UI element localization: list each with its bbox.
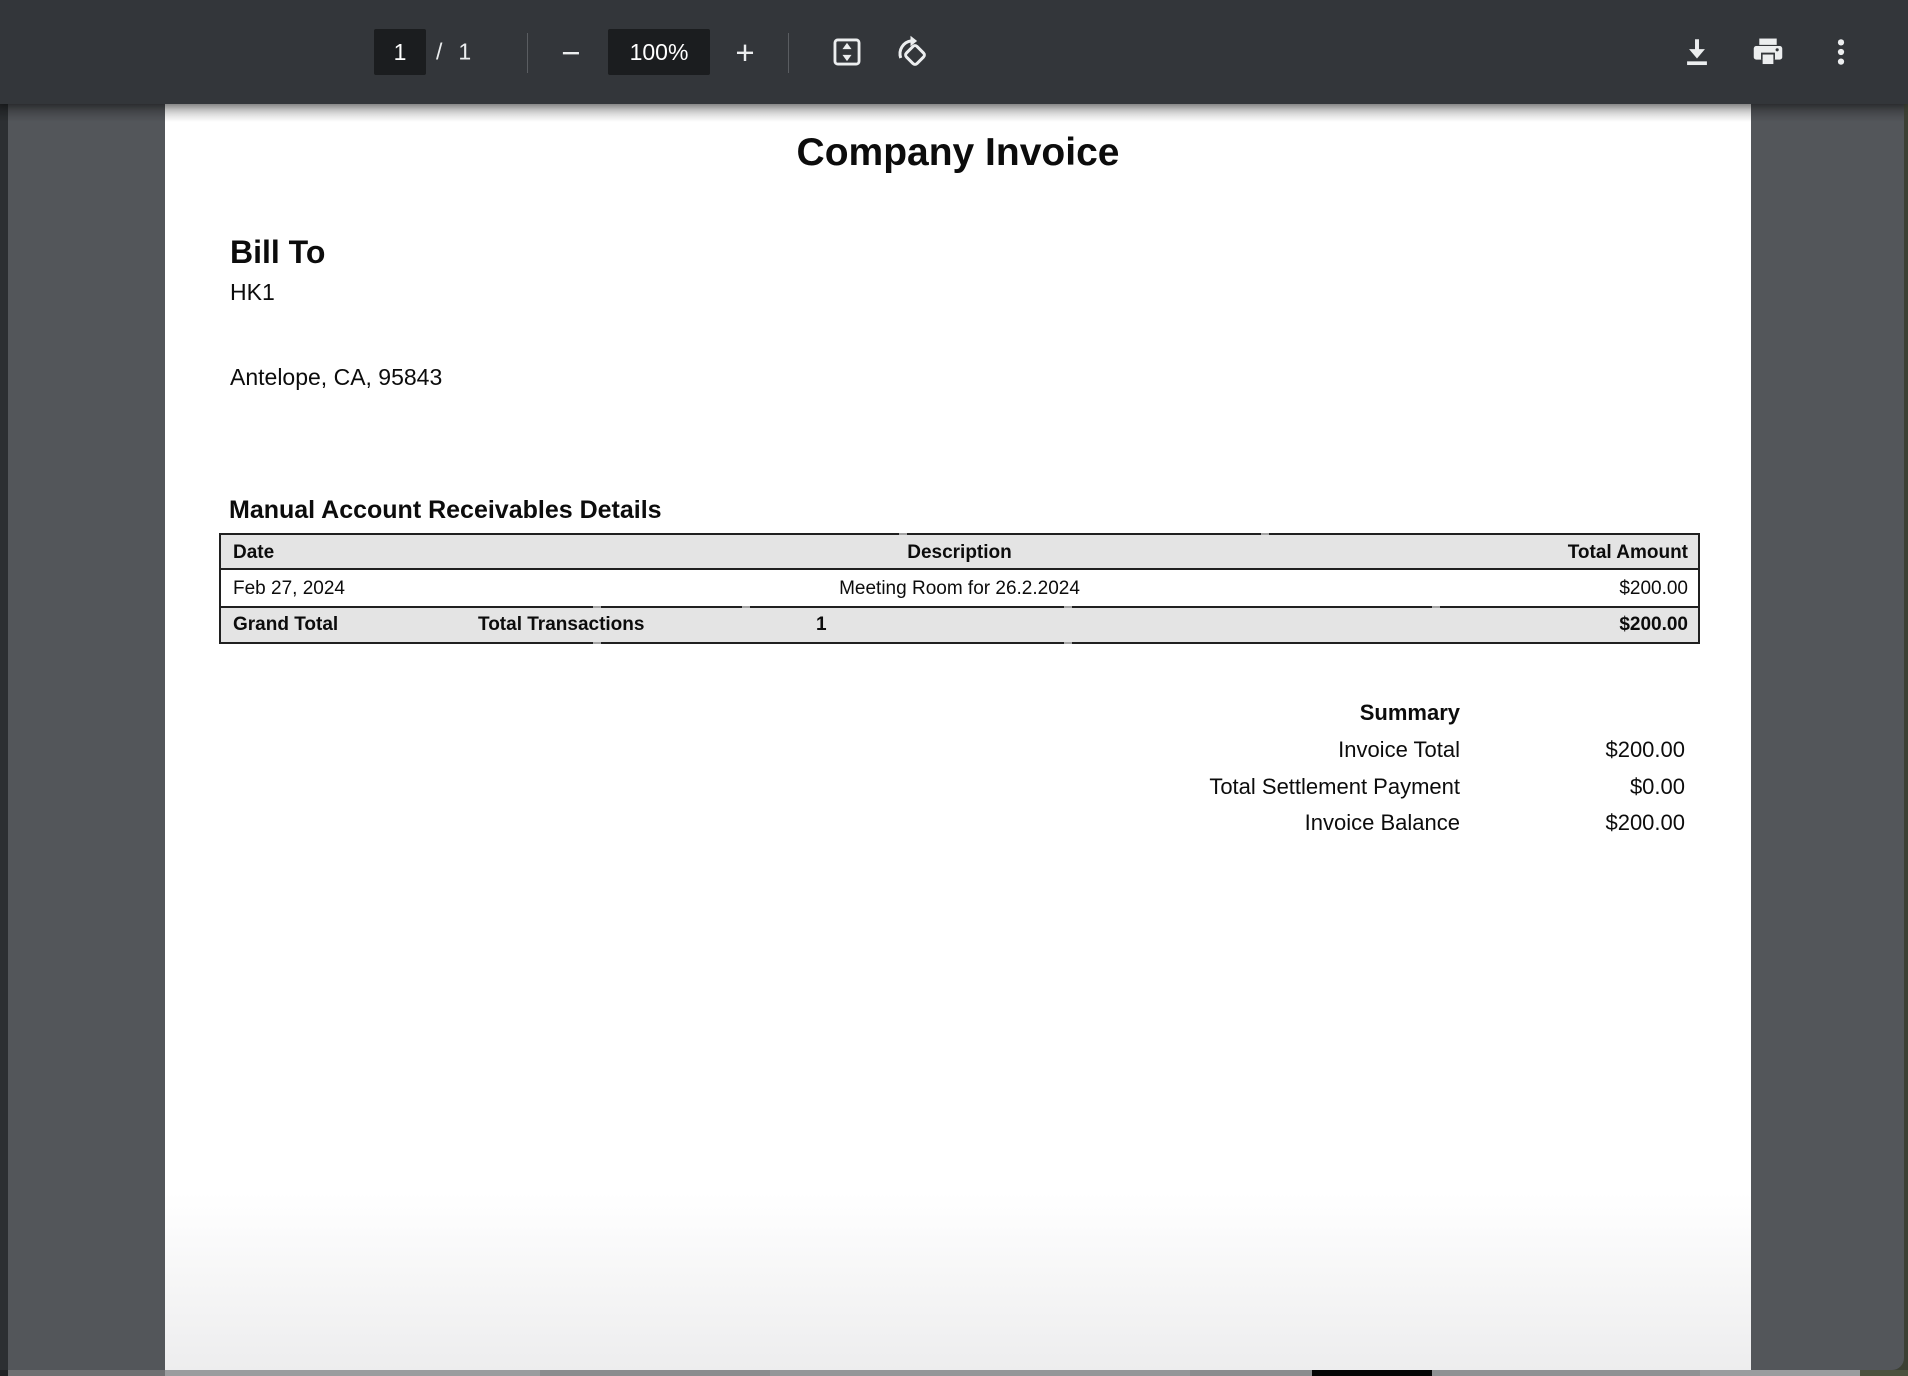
strip-segment bbox=[540, 1370, 770, 1376]
table-row: Feb 27, 2024 Meeting Room for 26.2.2024 … bbox=[221, 570, 1698, 608]
print-icon bbox=[1749, 33, 1787, 71]
summary-row: Invoice Total $200.00 bbox=[1125, 735, 1685, 765]
summary-value: $0.00 bbox=[1460, 772, 1685, 802]
download-button[interactable] bbox=[1674, 29, 1720, 75]
column-tick bbox=[1432, 606, 1440, 608]
cell-amount: $200.00 bbox=[1483, 570, 1698, 606]
summary-spacer bbox=[1460, 698, 1685, 728]
cell-date: Feb 27, 2024 bbox=[221, 570, 436, 606]
column-tick bbox=[593, 642, 601, 644]
summary-value: $200.00 bbox=[1460, 735, 1685, 765]
zoom-in-button[interactable]: + bbox=[722, 29, 768, 75]
header-date: Date bbox=[221, 535, 436, 568]
column-tick bbox=[742, 606, 750, 608]
page-number-input[interactable]: 1 bbox=[374, 29, 426, 75]
bill-to-address: Antelope, CA, 95843 bbox=[230, 364, 442, 391]
summary-row: Total Settlement Payment $0.00 bbox=[1125, 772, 1685, 802]
page-count: / 1 bbox=[436, 39, 471, 66]
summary-label: Invoice Total bbox=[1125, 735, 1460, 765]
invoice-title: Company Invoice bbox=[165, 131, 1751, 175]
strip-segment bbox=[1190, 1370, 1312, 1376]
page-total: 1 bbox=[458, 39, 471, 66]
strip-segment bbox=[0, 1370, 8, 1376]
column-tick bbox=[1064, 642, 1072, 644]
summary-label: Invoice Balance bbox=[1125, 808, 1460, 838]
grand-total-amount: $200.00 bbox=[1619, 608, 1688, 642]
viewer-background[interactable]: Company Invoice Bill To HK1 Antelope, CA… bbox=[0, 104, 1904, 1370]
receivables-section-title: Manual Account Receivables Details bbox=[229, 496, 662, 525]
total-transactions-label: Total Transactions bbox=[478, 608, 644, 642]
viewer-left-edge bbox=[0, 104, 8, 1370]
strip-segment bbox=[8, 1370, 165, 1376]
column-tick bbox=[899, 533, 907, 535]
total-transactions-value: 1 bbox=[816, 608, 827, 642]
cell-description: Meeting Room for 26.2.2024 bbox=[436, 570, 1483, 606]
summary-header-row: Summary bbox=[1125, 698, 1685, 728]
table-header-row: Date Description Total Amount bbox=[221, 535, 1698, 570]
bill-to-heading: Bill To bbox=[230, 234, 325, 271]
receivables-table: Date Description Total Amount Feb 27, 20… bbox=[219, 533, 1700, 644]
column-tick bbox=[593, 606, 601, 608]
plus-icon: + bbox=[735, 36, 754, 69]
strip-segment bbox=[770, 1370, 1190, 1376]
grand-total-row: Grand Total Total Transactions 1 $200.00 bbox=[221, 608, 1698, 642]
summary-title: Summary bbox=[1125, 698, 1460, 728]
minus-icon: − bbox=[561, 36, 580, 69]
strip-segment bbox=[1700, 1370, 1860, 1376]
bill-to-name: HK1 bbox=[230, 279, 275, 306]
column-tick bbox=[1064, 606, 1072, 608]
pdf-toolbar: 1 / 1 − 100% + bbox=[0, 0, 1908, 104]
column-tick bbox=[1261, 533, 1269, 535]
download-icon bbox=[1680, 35, 1714, 69]
strip-segment bbox=[1312, 1370, 1432, 1376]
more-options-icon bbox=[1824, 35, 1858, 69]
strip-segment bbox=[165, 1370, 540, 1376]
print-button[interactable] bbox=[1745, 29, 1791, 75]
header-total-amount: Total Amount bbox=[1483, 535, 1698, 568]
page-separator: / bbox=[436, 39, 442, 66]
more-options-button[interactable] bbox=[1818, 29, 1864, 75]
zoom-level-input[interactable]: 100% bbox=[608, 29, 710, 75]
strip-segment bbox=[1860, 1370, 1908, 1376]
grand-total-label: Grand Total bbox=[233, 608, 338, 642]
zoom-out-button[interactable]: − bbox=[548, 29, 594, 75]
header-description: Description bbox=[436, 535, 1483, 568]
pdf-page[interactable]: Company Invoice Bill To HK1 Antelope, CA… bbox=[165, 104, 1751, 1370]
fit-to-page-icon bbox=[830, 35, 864, 69]
toolbar-divider bbox=[788, 33, 789, 73]
taskbar-edge-strip bbox=[0, 1370, 1908, 1376]
summary-row: Invoice Balance $200.00 bbox=[1125, 808, 1685, 838]
summary-label: Total Settlement Payment bbox=[1125, 772, 1460, 802]
toolbar-divider bbox=[527, 33, 528, 73]
rotate-counterclockwise-icon bbox=[894, 34, 930, 70]
fit-to-page-button[interactable] bbox=[824, 29, 870, 75]
pdf-viewer-area: Company Invoice Bill To HK1 Antelope, CA… bbox=[0, 104, 1908, 1370]
summary-value: $200.00 bbox=[1460, 808, 1685, 838]
rotate-button[interactable] bbox=[889, 29, 935, 75]
strip-segment bbox=[1432, 1370, 1700, 1376]
